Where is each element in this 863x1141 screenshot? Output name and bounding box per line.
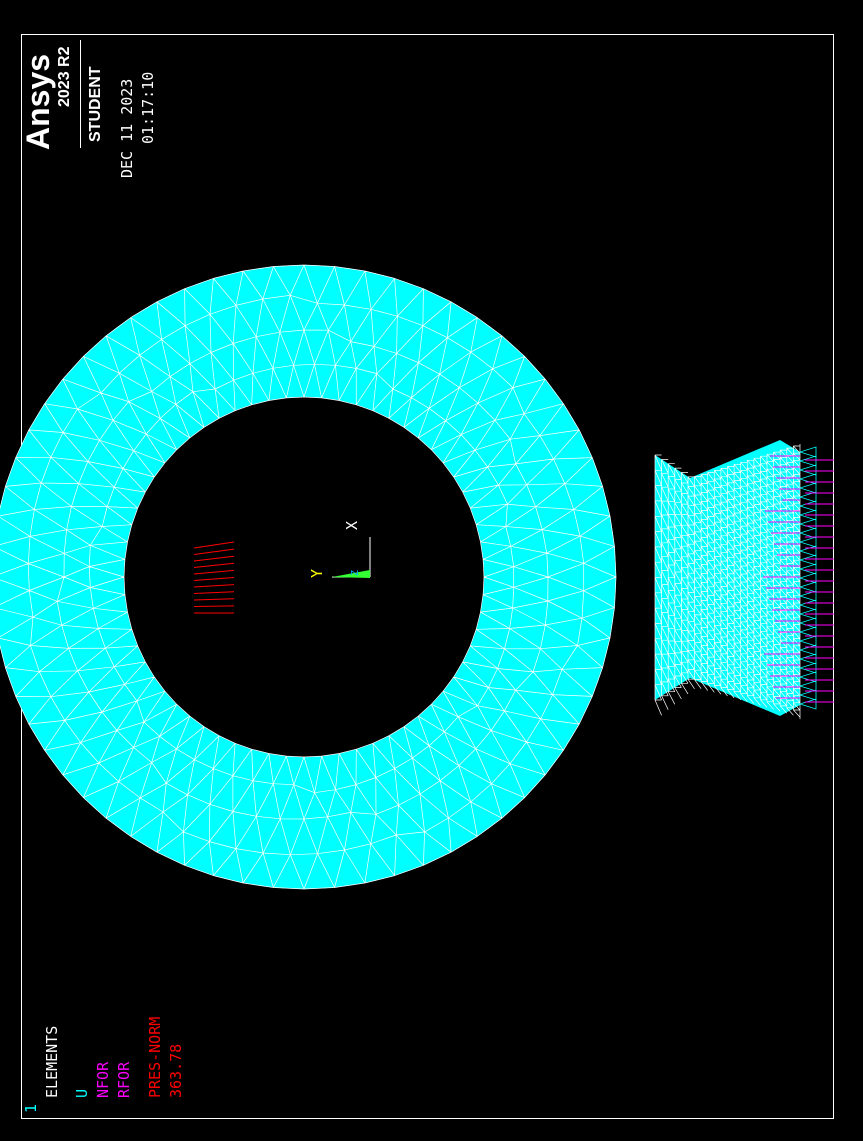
edition-text: STUDENT xyxy=(87,66,104,142)
constraint-marker xyxy=(798,698,817,710)
constraint-marker xyxy=(798,518,817,530)
constraint-marker xyxy=(798,617,817,629)
legend-title: ELEMENTS xyxy=(43,1025,61,1098)
constraint-marker xyxy=(798,500,817,512)
constraint-marker xyxy=(798,653,817,665)
constraint-marker xyxy=(798,662,817,674)
legend-item-rfor: RFOR xyxy=(115,1061,133,1098)
constraint-marker xyxy=(798,680,817,692)
constraint-marker xyxy=(798,446,817,458)
displacement-constraints xyxy=(798,446,817,710)
constraint-marker xyxy=(798,455,817,467)
window-number: 1 xyxy=(22,1103,40,1113)
pressure-arrow xyxy=(193,605,235,607)
coordinate-triad: X Y Z xyxy=(308,521,371,578)
pressure-arrow xyxy=(193,555,235,562)
triad-z-label: Z xyxy=(350,570,361,576)
pressure-arrow xyxy=(193,584,235,588)
pressure-arrows xyxy=(193,541,235,614)
pressure-arrow xyxy=(193,598,235,601)
constraint-marker xyxy=(798,599,817,611)
constraint-marker xyxy=(798,563,817,575)
triad-x-label: X xyxy=(343,521,361,530)
time-text: 01:17:10 xyxy=(139,71,157,144)
date-text: DEC 11 2023 xyxy=(118,78,136,178)
version-text: 2023 R2 xyxy=(56,46,73,108)
logo-divider xyxy=(80,40,81,148)
triad-y-label: Y xyxy=(308,569,326,578)
pressure-arrow xyxy=(193,548,235,555)
legend-item-u: U xyxy=(73,1088,91,1098)
element-mesh xyxy=(0,264,801,890)
constraint-marker xyxy=(798,464,817,476)
pressure-arrow xyxy=(193,591,235,594)
legend-item-nfor: NFOR xyxy=(94,1061,112,1098)
constraint-marker xyxy=(798,536,817,548)
legend-item-pres-norm: PRES-NORM xyxy=(146,1016,164,1098)
ansys-logo: Ansys xyxy=(20,53,56,150)
constraint-marker xyxy=(798,635,817,647)
pressure-arrow xyxy=(193,577,235,581)
constraint-marker xyxy=(798,482,817,494)
pressure-arrow xyxy=(193,569,235,575)
legend-pressure-value: 363.78 xyxy=(167,1043,185,1098)
constraint-marker xyxy=(798,581,817,593)
pressure-arrow xyxy=(193,541,235,549)
constraint-marker xyxy=(798,554,817,566)
pressure-arrow xyxy=(193,562,235,568)
brand-text: Ansys xyxy=(20,53,56,150)
